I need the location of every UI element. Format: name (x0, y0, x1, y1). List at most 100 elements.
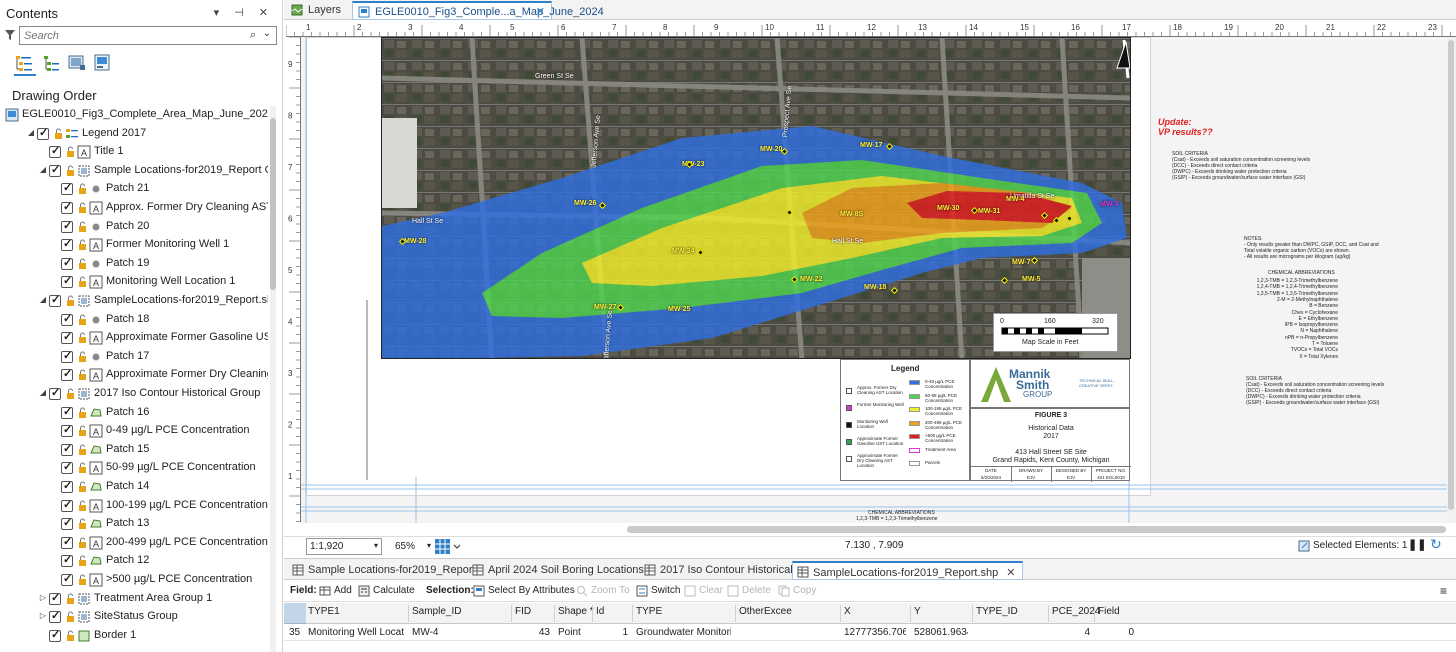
expander-icon[interactable]: ◢ (38, 295, 48, 304)
lock-icon[interactable] (76, 220, 89, 233)
visibility-checkbox[interactable] (61, 553, 73, 568)
lock-icon[interactable] (64, 145, 77, 158)
column-header[interactable]: X (844, 606, 851, 617)
layer-tree-item[interactable]: Patch 19 (0, 255, 268, 273)
layer-tree-item[interactable]: ◢ Sample Locations-for2019_Report Group 1 (0, 162, 268, 180)
refresh-icon[interactable]: ↻ (1430, 536, 1442, 553)
visibility-checkbox[interactable] (61, 330, 73, 345)
lock-icon[interactable] (64, 164, 77, 177)
visibility-checkbox[interactable] (61, 442, 73, 456)
tab-table-4[interactable]: SampleLocations-for2019_Report.shp ✕ (792, 561, 1023, 580)
layer-tree-item[interactable]: A Former Monitoring Well 1 (0, 236, 268, 254)
lock-icon[interactable] (76, 331, 89, 344)
table-cell[interactable]: Groundwater Monitorin... (636, 627, 731, 638)
visibility-checkbox[interactable] (49, 591, 61, 605)
visibility-checkbox[interactable] (61, 312, 73, 326)
add-field-button[interactable]: Add (334, 585, 352, 596)
lock-icon[interactable] (76, 350, 89, 363)
layer-tree-item[interactable]: Patch 15 (0, 441, 268, 459)
visibility-checkbox[interactable] (61, 535, 73, 549)
scale-bar[interactable]: 0 160 320 Map Scale in Feet (993, 313, 1118, 352)
layer-tree-item[interactable]: Patch 20 (0, 218, 268, 236)
lock-icon[interactable] (76, 443, 89, 456)
visibility-checkbox[interactable] (61, 572, 73, 586)
layer-tree-item[interactable]: Patch 14 (0, 478, 268, 496)
filter-icon[interactable] (4, 29, 16, 41)
legend[interactable]: Legend Approx. Former Dry Cleaning AST L… (840, 359, 970, 481)
table-cell[interactable]: Point (558, 627, 588, 638)
lock-icon[interactable] (76, 554, 89, 567)
layer-tree-item[interactable]: ◢ Legend 2017 (0, 125, 268, 143)
layer-tree-item[interactable]: A Title 1 (0, 143, 268, 161)
zoom-to-button[interactable]: Zoom To (591, 585, 630, 596)
lock-icon[interactable] (76, 517, 89, 530)
visibility-checkbox[interactable] (61, 498, 73, 512)
contents-scroll-thumb[interactable] (270, 118, 276, 290)
select-by-attributes-button[interactable]: Select By Attributes (488, 585, 575, 596)
chevron-down-icon[interactable]: ▾ (374, 541, 378, 550)
layer-tree-item[interactable]: A Monitoring Well Location 1 (0, 273, 268, 291)
scale-selector[interactable]: 1:1,920 ▾ (306, 538, 382, 555)
visibility-checkbox[interactable] (61, 181, 73, 196)
layer-tree-item[interactable]: ▷ SiteStatus Group (0, 608, 268, 626)
table-menu-icon[interactable]: ≡ (1440, 584, 1447, 598)
visibility-checkbox[interactable] (49, 293, 61, 307)
visibility-checkbox[interactable] (61, 200, 73, 214)
layer-tree-item[interactable]: A Approximate Former Dry Cleaning AS... (0, 366, 268, 384)
layer-tree-item[interactable]: A 200-499 µg/L PCE Concentration (0, 534, 268, 552)
search-box[interactable]: ⌕ ⌄ (19, 26, 277, 45)
switch-selection-button[interactable]: Switch (651, 585, 680, 596)
layer-tree-item[interactable]: Patch 18 (0, 311, 268, 329)
tab-layers[interactable]: Layers (286, 1, 347, 20)
clear-selection-button[interactable]: Clear (699, 585, 723, 596)
column-header[interactable]: TYPE_ID (976, 606, 1018, 617)
chevron-down-icon[interactable]: ⌄ (263, 28, 271, 39)
column-header[interactable]: Y (914, 606, 921, 617)
lock-icon[interactable] (52, 127, 65, 140)
visibility-checkbox[interactable] (49, 628, 61, 642)
visibility-checkbox[interactable] (37, 126, 49, 140)
layer-tree-item[interactable]: A 50-99 µg/L PCE Concentration (0, 459, 268, 477)
table-row[interactable]: 35 Monitoring Well Location MW-4 43 Point 1 Gr… (284, 625, 1456, 640)
lock-icon[interactable] (64, 592, 77, 605)
column-header[interactable]: TYPE1 (308, 606, 340, 617)
layer-tree-item[interactable]: Patch 13 (0, 515, 268, 533)
lock-icon[interactable] (64, 610, 77, 623)
column-header[interactable]: Field (1098, 606, 1120, 617)
pause-drawing-icon[interactable]: ❚❚ (1408, 538, 1426, 551)
title-block[interactable]: FIGURE 3 Historical Data 2017 413 Hall S… (970, 408, 1131, 482)
visibility-checkbox[interactable] (49, 609, 61, 624)
layer-tree-item[interactable]: Border 1 (0, 627, 268, 645)
map-frame-icon[interactable] (67, 53, 87, 73)
table-cell[interactable]: 0 (1098, 627, 1134, 638)
map-frame[interactable]: Green St Se Hall St Se Hall St Se Umatil… (381, 37, 1131, 359)
layout-element-icon[interactable] (92, 53, 112, 73)
layer-tree-item[interactable]: Patch 12 (0, 552, 268, 570)
column-header[interactable]: OtherExcee (739, 606, 792, 617)
table-cell[interactable]: 12777356.7061 (844, 627, 906, 638)
lock-icon[interactable] (76, 275, 89, 288)
expander-icon[interactable]: ▷ (38, 611, 48, 620)
visibility-checkbox[interactable] (61, 460, 73, 475)
column-header[interactable]: Shape * (558, 606, 594, 617)
visibility-checkbox[interactable] (61, 479, 73, 493)
calculate-field-button[interactable]: Calculate (373, 585, 415, 596)
visibility-checkbox[interactable] (61, 274, 73, 289)
layer-tree-item[interactable]: A 100-199 µg/L PCE Concentration (0, 497, 268, 515)
visibility-checkbox[interactable] (61, 405, 73, 419)
drawing-order-icon[interactable] (14, 53, 34, 73)
lock-icon[interactable] (64, 387, 77, 400)
chevron-down-icon[interactable]: ▾ (427, 541, 431, 550)
tab-table-2[interactable]: April 2024 Soil Boring Locations (468, 561, 650, 580)
grid-options-icon[interactable] (434, 538, 462, 555)
close-icon[interactable]: ✕ (536, 5, 545, 18)
visibility-checkbox[interactable] (61, 516, 73, 531)
layer-tree-item[interactable]: A Approx. Former Dry Cleaning AST Loc... (0, 199, 268, 217)
visibility-checkbox[interactable] (61, 237, 73, 252)
lock-icon[interactable] (76, 313, 89, 326)
list-by-type-icon[interactable] (41, 53, 61, 73)
zoom-selector[interactable]: 65% ▾ (392, 538, 432, 555)
search-icon[interactable]: ⌕ (250, 29, 256, 42)
lock-icon[interactable] (76, 257, 89, 270)
tab-layout[interactable]: EGLE0010_Fig3_Comple...a_Map_June_2024 ✕ (352, 1, 604, 20)
